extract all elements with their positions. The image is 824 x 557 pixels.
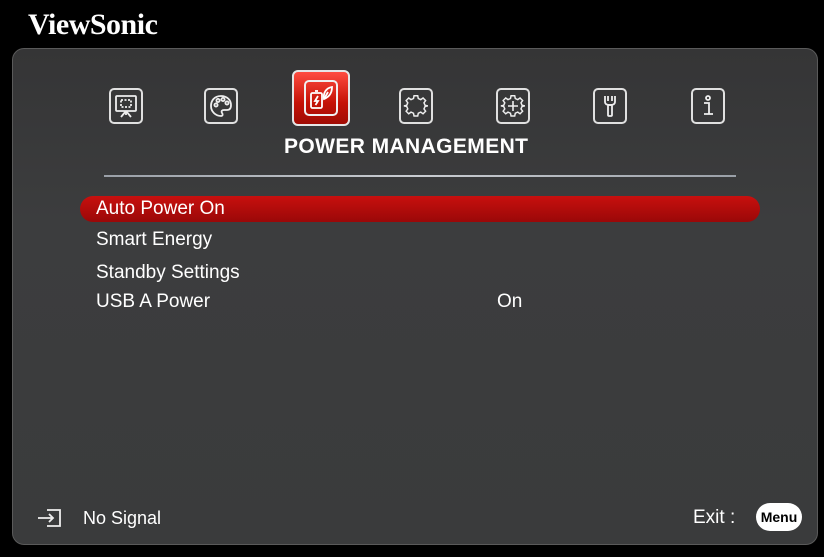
tab-picture[interactable] <box>204 88 238 124</box>
menu-title: POWER MANAGEMENT <box>284 135 529 158</box>
power-management-tile <box>304 80 338 116</box>
tab-advanced[interactable] <box>496 88 530 124</box>
palette-icon <box>210 95 232 117</box>
advanced-gear-icon <box>500 95 525 117</box>
brand-logo: ViewSonic <box>28 8 158 41</box>
tools-icon <box>604 96 616 117</box>
basic-gear-icon <box>403 95 428 117</box>
tab-power-management[interactable] <box>292 70 350 126</box>
signal-status: No Signal <box>83 508 162 528</box>
title-divider <box>104 175 736 177</box>
input-source-icon <box>36 507 64 529</box>
menu-item-auto-power-on[interactable]: Auto Power On <box>96 198 225 220</box>
menu-button[interactable]: Menu <box>756 503 802 531</box>
exit-label: Exit : <box>693 507 736 528</box>
usb-a-power-value: On <box>497 291 523 312</box>
tab-tools[interactable] <box>593 88 627 124</box>
power-management-icon <box>310 85 333 109</box>
tab-display[interactable] <box>109 88 143 124</box>
info-icon <box>704 95 713 115</box>
menu-item-usb-a-power[interactable]: USB A Power <box>96 291 210 313</box>
menu-item-smart-energy[interactable]: Smart Energy <box>96 229 212 251</box>
menu-item-standby-settings[interactable]: Standby Settings <box>96 262 240 284</box>
display-icon <box>115 95 137 118</box>
tab-information[interactable] <box>691 88 725 124</box>
tab-basic[interactable] <box>399 88 433 124</box>
